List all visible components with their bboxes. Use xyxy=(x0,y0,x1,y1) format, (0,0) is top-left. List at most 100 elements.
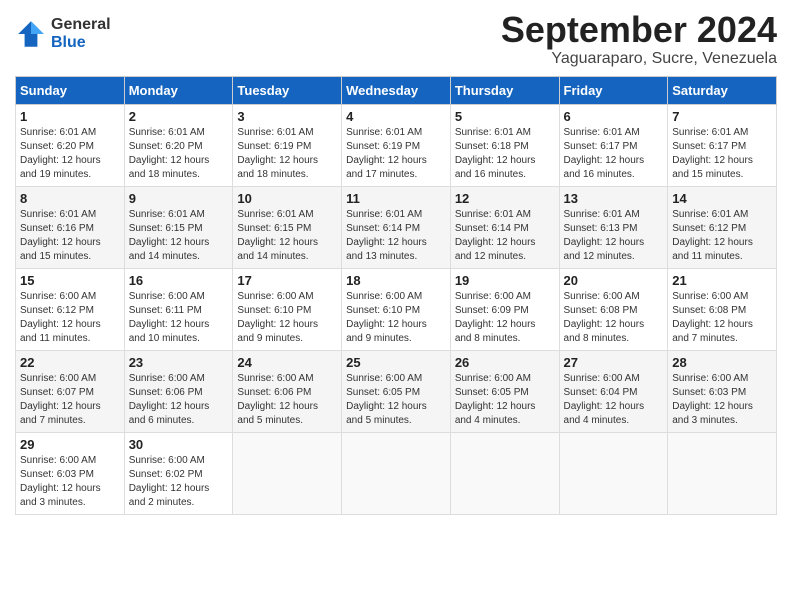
header-monday: Monday xyxy=(124,76,233,104)
calendar-cell xyxy=(342,432,451,514)
cell-info: Sunrise: 6:01 AMSunset: 6:19 PMDaylight:… xyxy=(346,126,446,182)
logo: General Blue xyxy=(15,16,111,51)
cell-info: Sunrise: 6:00 AMSunset: 6:06 PMDaylight:… xyxy=(129,372,229,428)
cell-info: Sunrise: 6:00 AMSunset: 6:08 PMDaylight:… xyxy=(564,290,664,346)
cell-info: Sunrise: 6:00 AMSunset: 6:10 PMDaylight:… xyxy=(237,290,337,346)
calendar-header: Sunday Monday Tuesday Wednesday Thursday… xyxy=(16,76,777,104)
day-number: 25 xyxy=(346,355,446,370)
cell-info: Sunrise: 6:01 AMSunset: 6:15 PMDaylight:… xyxy=(237,208,337,264)
calendar-cell: 23 Sunrise: 6:00 AMSunset: 6:06 PMDayligh… xyxy=(124,350,233,432)
location-subtitle: Yaguaraparo, Sucre, Venezuela xyxy=(501,50,777,68)
calendar-week-row: 15 Sunrise: 6:00 AMSunset: 6:12 PMDayligh… xyxy=(16,268,777,350)
calendar-table: Sunday Monday Tuesday Wednesday Thursday… xyxy=(15,76,777,515)
calendar-cell xyxy=(450,432,559,514)
calendar-cell: 29 Sunrise: 6:00 AMSunset: 6:03 PMDayligh… xyxy=(16,432,125,514)
cell-info: Sunrise: 6:01 AMSunset: 6:16 PMDaylight:… xyxy=(20,208,120,264)
day-number: 21 xyxy=(672,273,772,288)
calendar-week-row: 1 Sunrise: 6:01 AMSunset: 6:20 PMDaylight… xyxy=(16,104,777,186)
day-number: 22 xyxy=(20,355,120,370)
calendar-cell xyxy=(668,432,777,514)
calendar-cell: 10 Sunrise: 6:01 AMSunset: 6:15 PMDayligh… xyxy=(233,186,342,268)
day-number: 9 xyxy=(129,191,229,206)
calendar-cell: 8Sunrise: 6:01 AMSunset: 6:16 PMDaylight… xyxy=(16,186,125,268)
calendar-body: 1 Sunrise: 6:01 AMSunset: 6:20 PMDaylight… xyxy=(16,104,777,514)
calendar-cell: 3 Sunrise: 6:01 AMSunset: 6:19 PMDaylight… xyxy=(233,104,342,186)
day-number: 4 xyxy=(346,109,446,124)
day-number: 23 xyxy=(129,355,229,370)
day-number: 30 xyxy=(129,437,229,452)
day-number: 7 xyxy=(672,109,772,124)
day-number: 17 xyxy=(237,273,337,288)
cell-info: Sunrise: 6:00 AMSunset: 6:10 PMDaylight:… xyxy=(346,290,446,346)
calendar-cell: 6 Sunrise: 6:01 AMSunset: 6:17 PMDaylight… xyxy=(559,104,668,186)
cell-info: Sunrise: 6:01 AMSunset: 6:18 PMDaylight:… xyxy=(455,126,555,182)
day-number: 16 xyxy=(129,273,229,288)
calendar-cell: 14Sunrise: 6:01 AMSunset: 6:12 PMDayligh… xyxy=(668,186,777,268)
day-number: 12 xyxy=(455,191,555,206)
calendar-cell: 5Sunrise: 6:01 AMSunset: 6:18 PMDaylight… xyxy=(450,104,559,186)
calendar-cell: 7 Sunrise: 6:01 AMSunset: 6:17 PMDaylight… xyxy=(668,104,777,186)
day-number: 18 xyxy=(346,273,446,288)
cell-info: Sunrise: 6:01 AMSunset: 6:19 PMDaylight:… xyxy=(237,126,337,182)
calendar-cell: 27Sunrise: 6:00 AMSunset: 6:04 PMDayligh… xyxy=(559,350,668,432)
calendar-week-row: 29 Sunrise: 6:00 AMSunset: 6:03 PMDayligh… xyxy=(16,432,777,514)
cell-info: Sunrise: 6:01 AMSunset: 6:15 PMDaylight:… xyxy=(129,208,229,264)
day-number: 20 xyxy=(564,273,664,288)
day-number: 2 xyxy=(129,109,229,124)
day-number: 19 xyxy=(455,273,555,288)
cell-info: Sunrise: 6:01 AMSunset: 6:14 PMDaylight:… xyxy=(455,208,555,264)
calendar-cell: 16 Sunrise: 6:00 AMSunset: 6:11 PMDayligh… xyxy=(124,268,233,350)
header-thursday: Thursday xyxy=(450,76,559,104)
logo-icon xyxy=(15,18,47,50)
day-number: 11 xyxy=(346,191,446,206)
day-number: 1 xyxy=(20,109,120,124)
logo-text: General Blue xyxy=(51,16,111,51)
cell-info: Sunrise: 6:01 AMSunset: 6:20 PMDaylight:… xyxy=(129,126,229,182)
cell-info: Sunrise: 6:00 AMSunset: 6:08 PMDaylight:… xyxy=(672,290,772,346)
day-number: 27 xyxy=(564,355,664,370)
cell-info: Sunrise: 6:00 AMSunset: 6:03 PMDaylight:… xyxy=(20,454,120,510)
calendar-cell: 30 Sunrise: 6:00 AMSunset: 6:02 PMDayligh… xyxy=(124,432,233,514)
logo-blue-text: Blue xyxy=(51,34,111,52)
day-number: 10 xyxy=(237,191,337,206)
cell-info: Sunrise: 6:00 AMSunset: 6:05 PMDaylight:… xyxy=(455,372,555,428)
calendar-cell: 13 Sunrise: 6:01 AMSunset: 6:13 PMDayligh… xyxy=(559,186,668,268)
header-row: Sunday Monday Tuesday Wednesday Thursday… xyxy=(16,76,777,104)
calendar-week-row: 22Sunrise: 6:00 AMSunset: 6:07 PMDayligh… xyxy=(16,350,777,432)
day-number: 26 xyxy=(455,355,555,370)
cell-info: Sunrise: 6:01 AMSunset: 6:13 PMDaylight:… xyxy=(564,208,664,264)
calendar-cell xyxy=(233,432,342,514)
calendar-cell: 22Sunrise: 6:00 AMSunset: 6:07 PMDayligh… xyxy=(16,350,125,432)
cell-info: Sunrise: 6:00 AMSunset: 6:03 PMDaylight:… xyxy=(672,372,772,428)
calendar-week-row: 8Sunrise: 6:01 AMSunset: 6:16 PMDaylight… xyxy=(16,186,777,268)
day-number: 13 xyxy=(564,191,664,206)
header-tuesday: Tuesday xyxy=(233,76,342,104)
cell-info: Sunrise: 6:00 AMSunset: 6:12 PMDaylight:… xyxy=(20,290,120,346)
calendar-cell: 28 Sunrise: 6:00 AMSunset: 6:03 PMDayligh… xyxy=(668,350,777,432)
day-number: 28 xyxy=(672,355,772,370)
calendar-cell: 21 Sunrise: 6:00 AMSunset: 6:08 PMDayligh… xyxy=(668,268,777,350)
calendar-cell: 12 Sunrise: 6:01 AMSunset: 6:14 PMDayligh… xyxy=(450,186,559,268)
header-friday: Friday xyxy=(559,76,668,104)
cell-info: Sunrise: 6:01 AMSunset: 6:17 PMDaylight:… xyxy=(564,126,664,182)
day-number: 24 xyxy=(237,355,337,370)
cell-info: Sunrise: 6:01 AMSunset: 6:17 PMDaylight:… xyxy=(672,126,772,182)
calendar-cell: 20 Sunrise: 6:00 AMSunset: 6:08 PMDayligh… xyxy=(559,268,668,350)
logo-general-text: General xyxy=(51,16,111,34)
calendar-cell: 17 Sunrise: 6:00 AMSunset: 6:10 PMDayligh… xyxy=(233,268,342,350)
day-number: 29 xyxy=(20,437,120,452)
cell-info: Sunrise: 6:00 AMSunset: 6:02 PMDaylight:… xyxy=(129,454,229,510)
calendar-cell: 4 Sunrise: 6:01 AMSunset: 6:19 PMDaylight… xyxy=(342,104,451,186)
cell-info: Sunrise: 6:00 AMSunset: 6:05 PMDaylight:… xyxy=(346,372,446,428)
day-number: 14 xyxy=(672,191,772,206)
header-wednesday: Wednesday xyxy=(342,76,451,104)
cell-info: Sunrise: 6:00 AMSunset: 6:11 PMDaylight:… xyxy=(129,290,229,346)
calendar-cell: 9 Sunrise: 6:01 AMSunset: 6:15 PMDaylight… xyxy=(124,186,233,268)
day-number: 3 xyxy=(237,109,337,124)
calendar-cell: 2 Sunrise: 6:01 AMSunset: 6:20 PMDaylight… xyxy=(124,104,233,186)
calendar-cell: 26 Sunrise: 6:00 AMSunset: 6:05 PMDayligh… xyxy=(450,350,559,432)
calendar-cell: 24Sunrise: 6:00 AMSunset: 6:06 PMDayligh… xyxy=(233,350,342,432)
day-number: 15 xyxy=(20,273,120,288)
cell-info: Sunrise: 6:00 AMSunset: 6:09 PMDaylight:… xyxy=(455,290,555,346)
day-number: 6 xyxy=(564,109,664,124)
